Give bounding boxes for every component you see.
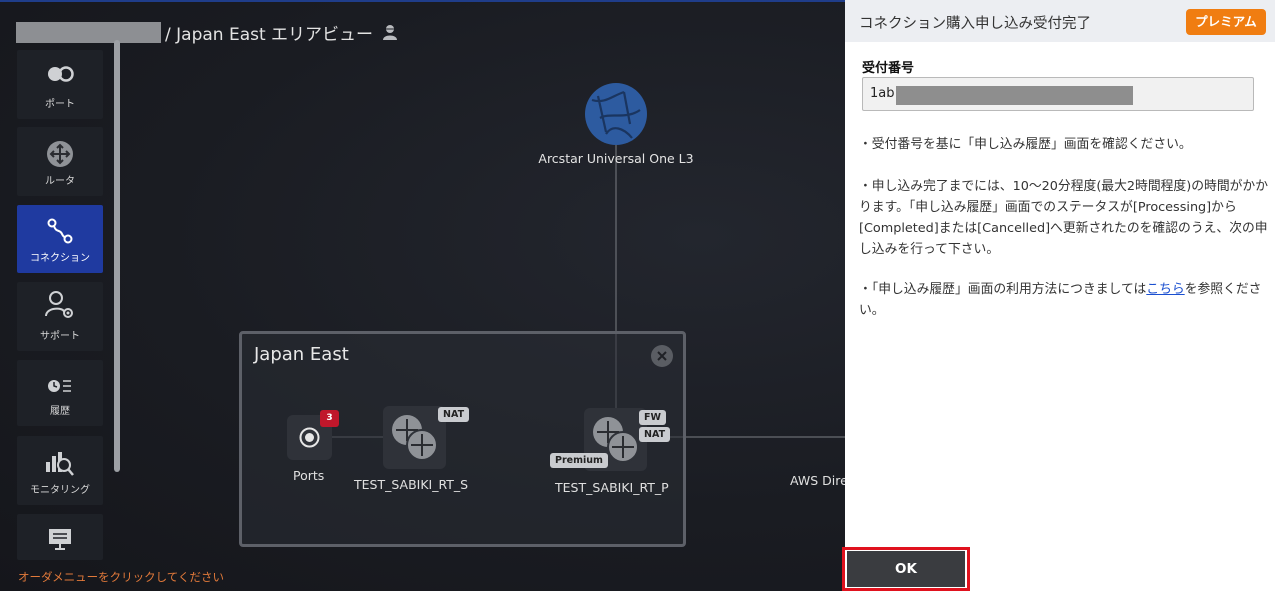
router-p-fw-tag: FW xyxy=(639,410,666,425)
panel-header: コネクション購入申し込み受付完了 プレミアム xyxy=(845,0,1275,42)
router-icon xyxy=(392,415,438,461)
receipt-number-field[interactable]: 1ab xyxy=(862,77,1254,111)
premium-button[interactable]: プレミアム xyxy=(1186,9,1266,35)
cloud-label: Arcstar Universal One L3 xyxy=(538,151,694,166)
globe-icon xyxy=(585,83,647,145)
receipt-number-value: 1ab xyxy=(870,86,895,101)
ok-button[interactable]: OK xyxy=(847,551,965,587)
info-paragraph-3: ・「申し込み履歴」画面の利用方法につきましてはこちらを参照ください。 xyxy=(859,279,1269,321)
router-s-node[interactable] xyxy=(383,406,446,469)
info-paragraph-1: ・受付番号を基に「申し込み履歴」画面を確認ください。 xyxy=(859,137,1192,152)
ports-label: Ports xyxy=(293,468,325,483)
panel-title: コネクション購入申し込み受付完了 xyxy=(859,16,1091,32)
router-s-nat-tag: NAT xyxy=(438,407,470,422)
router-p-nat-tag: NAT xyxy=(639,427,671,442)
completion-panel: コネクション購入申し込み受付完了 プレミアム 受付番号 1ab ・受付番号を基に… xyxy=(845,0,1275,591)
router-p-premium-tag: Premium xyxy=(550,453,608,468)
info-paragraph-3-text: ・「申し込み履歴」画面の利用方法につきましては xyxy=(859,282,1147,297)
info-paragraph-2: ・申し込み完了までには、10～20分程度(最大2時間程度)の時間がかかります。「… xyxy=(859,179,1269,257)
ports-count-badge: 3 xyxy=(320,410,339,427)
aws-label: AWS Dire xyxy=(790,473,848,488)
help-link[interactable]: こちら xyxy=(1146,282,1184,297)
receipt-number-label: 受付番号 xyxy=(862,61,915,76)
router-s-label: TEST_SABIKI_RT_S xyxy=(354,477,469,492)
close-icon[interactable] xyxy=(651,345,673,367)
redacted-receipt-number xyxy=(896,86,1133,105)
region-title: Japan East xyxy=(254,344,349,365)
router-p-label: TEST_SABIKI_RT_P xyxy=(555,480,669,495)
